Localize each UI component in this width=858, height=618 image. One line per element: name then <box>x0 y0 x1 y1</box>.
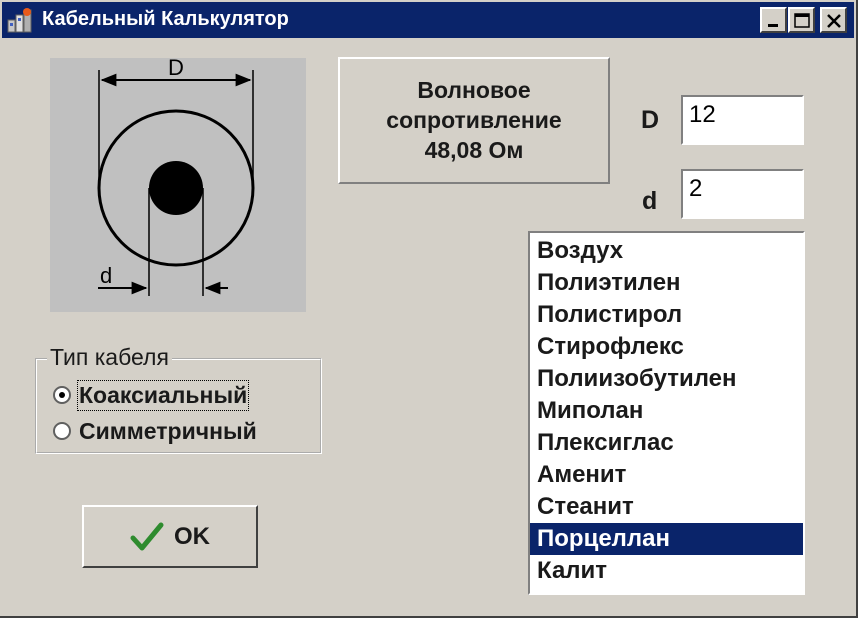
radio-unchecked-icon[interactable] <box>53 422 71 440</box>
list-item[interactable]: Калит <box>530 555 803 587</box>
list-item[interactable]: Плексиглас <box>530 427 803 459</box>
minimize-icon <box>768 24 778 27</box>
inner-diameter-input[interactable]: 2 <box>681 169 804 219</box>
list-item[interactable]: Аменит <box>530 459 803 491</box>
radio-coaxial-label[interactable]: Коаксиальный <box>76 379 250 411</box>
maximize-icon <box>794 13 810 28</box>
radio-coaxial[interactable]: Коаксиальный <box>53 379 250 411</box>
radio-checked-icon[interactable] <box>53 386 71 404</box>
outer-diameter-label: D <box>168 58 184 80</box>
radio-symmetric-label[interactable]: Симметричный <box>79 418 257 445</box>
list-item[interactable]: Стирофлекс <box>530 331 803 363</box>
window-title: Кабельный Калькулятор <box>42 8 289 30</box>
maximize-button[interactable] <box>788 7 815 33</box>
cable-diagram: D d <box>50 55 306 312</box>
close-icon <box>827 14 841 28</box>
inner-diameter-field-label: d <box>642 187 658 215</box>
dielectric-listbox[interactable]: Воздух Полиэтилен Полистирол Стирофлекс Поли… <box>528 231 805 595</box>
title-bar[interactable]: Кабельный Калькулятор <box>2 2 854 38</box>
cable-type-group: Тип кабеля Коаксиальный Симметричный <box>35 344 322 454</box>
list-item[interactable]: Полиизобутилен <box>530 363 803 395</box>
result-title-line1: Волновое <box>417 77 531 103</box>
result-title-line2: сопротивление <box>386 107 562 133</box>
result-value: 48,08 Ом <box>424 137 524 163</box>
list-item[interactable]: Полистирол <box>530 299 803 331</box>
close-button[interactable] <box>820 7 847 33</box>
list-item[interactable]: Миполан <box>530 395 803 427</box>
list-item[interactable]: Порцеллан <box>530 523 803 555</box>
checkmark-icon <box>130 522 164 550</box>
app-icon <box>6 6 36 34</box>
ok-button[interactable]: OK <box>82 505 258 568</box>
inner-diameter-label: d <box>100 263 112 288</box>
ok-button-label: OK <box>174 522 210 550</box>
outer-diameter-field-label: D <box>641 106 660 134</box>
list-item[interactable]: Полиэтилен <box>530 267 803 299</box>
list-item[interactable]: Воздух <box>530 235 803 267</box>
cable-type-legend: Тип кабеля <box>47 344 172 371</box>
outer-diameter-input[interactable]: 12 <box>681 95 804 145</box>
impedance-result-panel: Волновое сопротивление 48,08 Ом <box>338 57 610 184</box>
minimize-button[interactable] <box>760 7 787 33</box>
radio-symmetric[interactable]: Симметричный <box>53 416 257 446</box>
app-window: Кабельный Калькулятор D d Волновое сопро… <box>0 0 858 618</box>
list-item[interactable]: Стеанит <box>530 491 803 523</box>
inner-conductor <box>149 161 203 215</box>
